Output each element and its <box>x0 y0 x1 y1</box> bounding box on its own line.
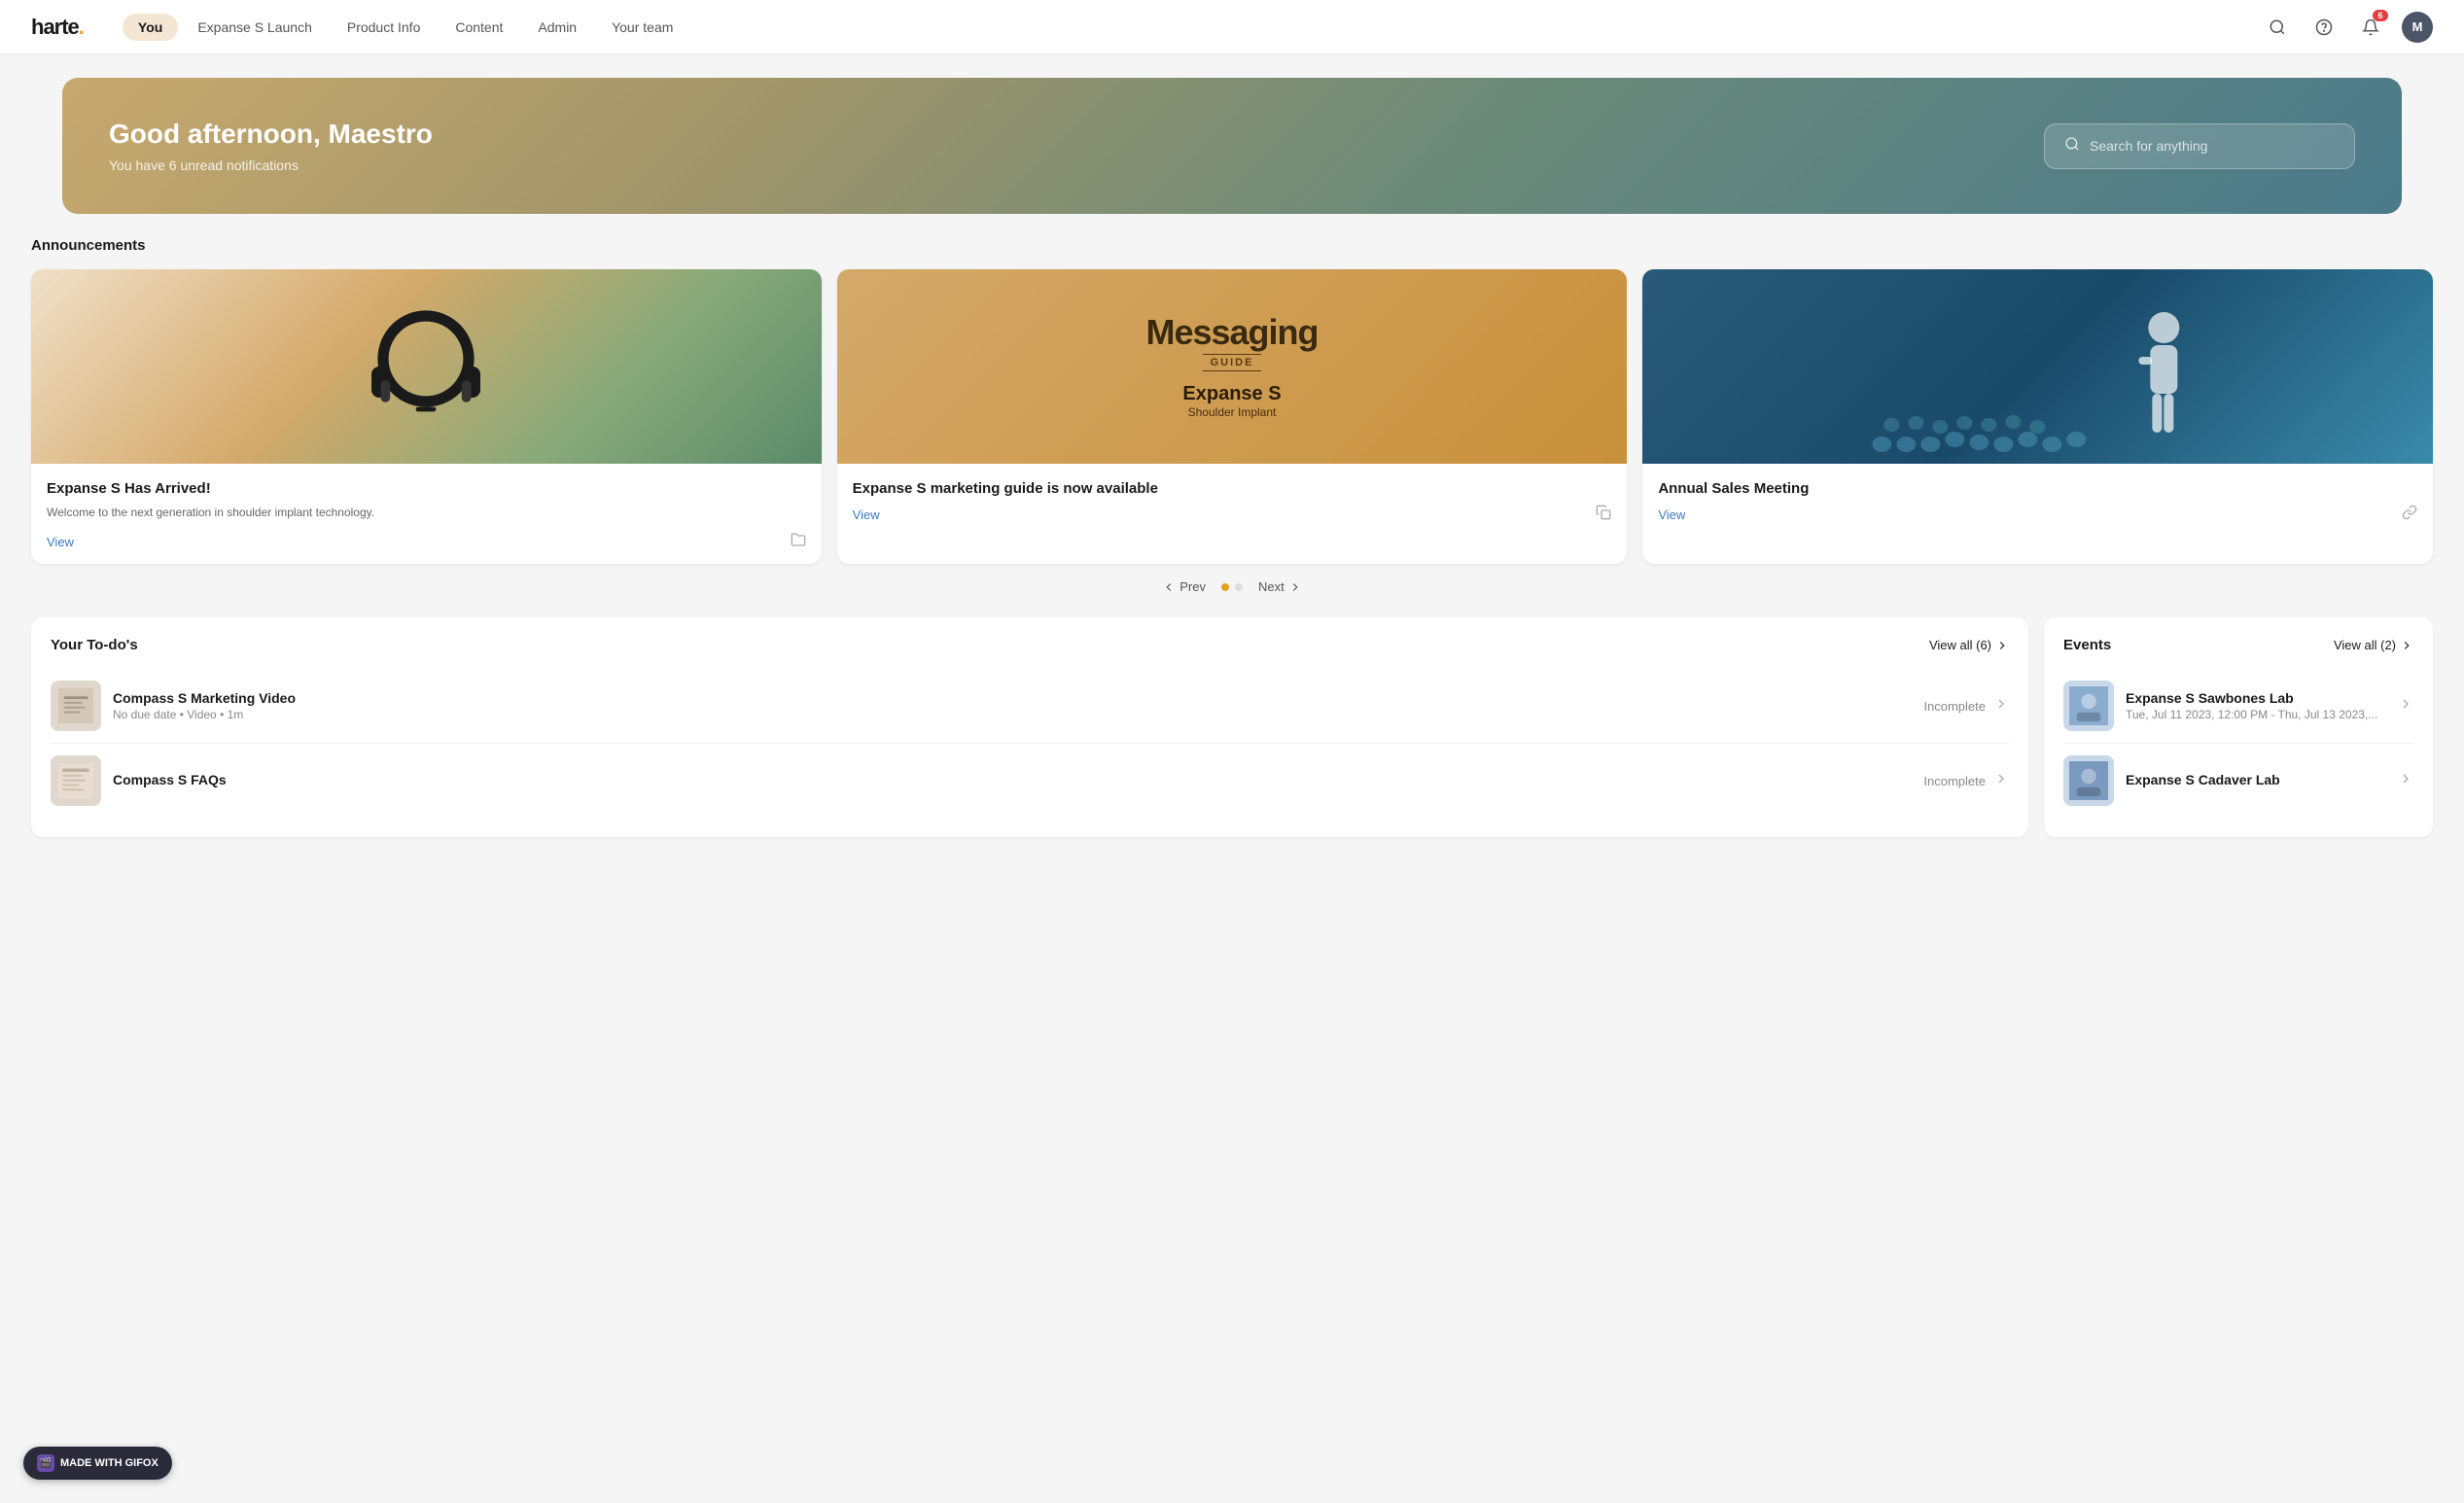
todo-status-1: Incomplete <box>1923 696 2009 717</box>
nav-item-expanse-s-launch[interactable]: Expanse S Launch <box>182 14 328 41</box>
nav-actions: 6 M <box>2262 12 2433 43</box>
event-thumb-1 <box>2063 681 2114 731</box>
announcement-card-3: Annual Sales Meeting View <box>1642 269 2433 564</box>
todos-section: Your To-do's View all (6) <box>31 617 2028 837</box>
search-icon[interactable] <box>2262 12 2293 43</box>
event-thumb-2 <box>2063 755 2114 806</box>
guide-sub-label: GUIDE <box>1203 354 1262 371</box>
todo-title-1: Compass S Marketing Video <box>113 690 1912 706</box>
todo-info-1: Compass S Marketing Video No due date • … <box>113 690 1912 721</box>
nav-item-content[interactable]: Content <box>440 14 518 41</box>
card-body-3: Annual Sales Meeting View <box>1642 464 2433 537</box>
event-info-2: Expanse S Cadaver Lab <box>2126 772 2386 789</box>
events-section-title: Events <box>2063 637 2111 653</box>
hero-text: Good afternoon, Maestro You have 6 unrea… <box>109 119 433 173</box>
card-body-1: Expanse S Has Arrived! Welcome to the ne… <box>31 464 822 564</box>
todo-status-2: Incomplete <box>1923 771 2009 791</box>
notification-count-badge: 6 <box>2373 10 2388 21</box>
card-image-2: Messaging GUIDE Expanse S Shoulder Impla… <box>837 269 1628 464</box>
events-header: Events View all (2) <box>2063 637 2413 653</box>
hero-greeting: Good afternoon, Maestro <box>109 119 433 150</box>
card-title-1: Expanse S Has Arrived! <box>47 479 806 499</box>
todos-section-title: Your To-do's <box>51 637 138 653</box>
prev-button[interactable]: Prev <box>1162 579 1206 594</box>
hero-search-placeholder: Search for anything <box>2090 138 2207 154</box>
card-view-link-3[interactable]: View <box>1658 507 1685 522</box>
todos-header: Your To-do's View all (6) <box>51 637 2009 653</box>
announcement-card-1: Expanse S Has Arrived! Welcome to the ne… <box>31 269 822 564</box>
event-title-1: Expanse S Sawbones Lab <box>2126 690 2386 706</box>
card-image-1 <box>31 269 822 464</box>
gifox-icon: 🎬 <box>37 1454 54 1472</box>
nav-item-product-info[interactable]: Product Info <box>332 14 437 41</box>
brand-dot: . <box>79 15 84 39</box>
notifications-bell[interactable]: 6 <box>2355 12 2386 43</box>
event-info-1: Expanse S Sawbones Lab Tue, Jul 11 2023,… <box>2126 690 2386 721</box>
card-footer-3: View <box>1658 505 2417 525</box>
guide-product-title: Expanse S <box>1182 383 1281 405</box>
hero-banner: Good afternoon, Maestro You have 6 unrea… <box>62 78 2402 214</box>
todo-info-2: Compass S FAQs <box>113 772 1912 789</box>
nav-item-you[interactable]: You <box>123 14 178 41</box>
card-body-2: Expanse S marketing guide is now availab… <box>837 464 1628 537</box>
hero-search-box[interactable]: Search for anything <box>2044 123 2355 169</box>
main-nav: harte. You Expanse S Launch Product Info… <box>0 0 2464 54</box>
next-label: Next <box>1258 579 1285 594</box>
prev-label: Prev <box>1179 579 1206 594</box>
guide-product-subtitle: Shoulder Implant <box>1188 405 1277 419</box>
guide-messaging-title: Messaging <box>1145 315 1318 350</box>
user-avatar[interactable]: M <box>2402 12 2433 43</box>
card-view-link-2[interactable]: View <box>853 507 880 522</box>
nav-item-your-team[interactable]: Your team <box>596 14 688 41</box>
todo-status-text-2: Incomplete <box>1923 774 1986 788</box>
events-section: Events View all (2) Expanse S Sawbones L… <box>2044 617 2433 837</box>
event-title-2: Expanse S Cadaver Lab <box>2126 772 2386 787</box>
todo-title-2: Compass S FAQs <box>113 772 1912 787</box>
pagination-dots <box>1221 583 1243 591</box>
todos-view-all[interactable]: View all (6) <box>1929 638 2009 652</box>
help-icon[interactable] <box>2308 12 2340 43</box>
carousel-pagination: Prev Next <box>31 579 2433 594</box>
gifox-label: MADE WITH GIFOX <box>60 1457 158 1469</box>
todo-item-1[interactable]: Compass S Marketing Video No due date • … <box>51 669 2009 744</box>
todo-item-2[interactable]: Compass S FAQs Incomplete <box>51 744 2009 818</box>
hero-search-icon <box>2064 136 2080 157</box>
card-footer-1: View <box>47 532 806 552</box>
todo-arrow-1 <box>1993 696 2009 717</box>
events-view-all[interactable]: View all (2) <box>2334 638 2413 652</box>
card-footer-2: View <box>853 505 1612 525</box>
announcements-section-title: Announcements <box>31 237 2433 254</box>
card-desc-1: Welcome to the next generation in should… <box>47 505 806 521</box>
event-date-1: Tue, Jul 11 2023, 12:00 PM - Thu, Jul 13… <box>2126 708 2386 721</box>
todo-thumb-1 <box>51 681 101 731</box>
pagination-dot-1[interactable] <box>1221 583 1229 591</box>
card-view-link-1[interactable]: View <box>47 535 74 549</box>
event-arrow-1 <box>2398 696 2413 717</box>
announcements-grid: Expanse S Has Arrived! Welcome to the ne… <box>31 269 2433 564</box>
todo-thumb-2 <box>51 755 101 806</box>
folder-icon <box>791 532 806 552</box>
event-arrow-2 <box>2398 771 2413 791</box>
nav-item-admin[interactable]: Admin <box>522 14 592 41</box>
card-image-3 <box>1642 269 2433 464</box>
next-button[interactable]: Next <box>1258 579 1302 594</box>
event-item-2[interactable]: Expanse S Cadaver Lab <box>2063 744 2413 818</box>
todo-arrow-2 <box>1993 771 2009 791</box>
todo-meta-1: No due date • Video • 1m <box>113 708 1912 721</box>
todo-status-text-1: Incomplete <box>1923 699 1986 714</box>
nav-items: You Expanse S Launch Product Info Conten… <box>123 14 2262 41</box>
announcement-card-2: Messaging GUIDE Expanse S Shoulder Impla… <box>837 269 1628 564</box>
link-icon <box>2402 505 2417 525</box>
card-title-2: Expanse S marketing guide is now availab… <box>853 479 1612 499</box>
bottom-section: Your To-do's View all (6) <box>31 617 2433 837</box>
copy-icon <box>1596 505 1611 525</box>
brand-logo[interactable]: harte. <box>31 15 84 40</box>
event-item-1[interactable]: Expanse S Sawbones Lab Tue, Jul 11 2023,… <box>2063 669 2413 744</box>
card-title-3: Annual Sales Meeting <box>1658 479 2417 499</box>
hero-subtitle: You have 6 unread notifications <box>109 157 433 173</box>
pagination-dot-2[interactable] <box>1235 583 1243 591</box>
gifox-badge[interactable]: 🎬 MADE WITH GIFOX <box>23 1447 172 1480</box>
